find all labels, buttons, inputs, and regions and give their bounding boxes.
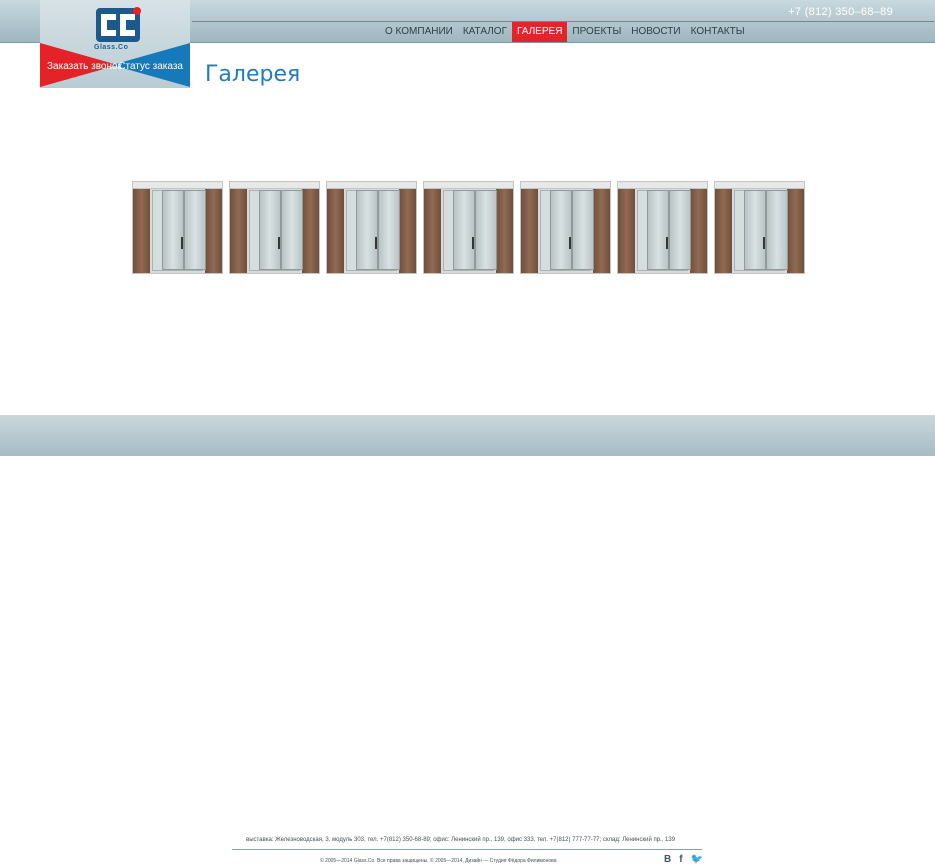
call-request-label[interactable]: Заказать звонок bbox=[47, 61, 122, 73]
site-footer: выставка: Железноводская, 3, модуль 303,… bbox=[0, 415, 935, 865]
main-navigation: О КОМПАНИИ КАТАЛОГ ГАЛЕРЕЯ ПРОЕКТЫ НОВОС… bbox=[380, 22, 750, 42]
gallery-door-thumbnail[interactable] bbox=[423, 181, 514, 274]
footer-copyright: © 2005—2014 Glass.Co. Все права защищены… bbox=[320, 858, 557, 864]
facebook-icon[interactable]: f bbox=[679, 854, 682, 866]
nav-news[interactable]: НОВОСТИ bbox=[626, 22, 685, 42]
page-title: Галерея bbox=[205, 62, 301, 87]
gallery-door-thumbnail[interactable] bbox=[132, 181, 223, 274]
footer-address: выставка: Железноводская, 3, модуль 303,… bbox=[246, 837, 676, 843]
nav-about[interactable]: О КОМПАНИИ bbox=[380, 22, 458, 42]
gallery-door-thumbnail[interactable] bbox=[520, 181, 611, 274]
nav-catalog[interactable]: КАТАЛОГ bbox=[458, 22, 512, 42]
vk-icon[interactable]: В bbox=[664, 854, 671, 866]
twitter-icon[interactable]: 🐦 bbox=[691, 854, 703, 866]
logo-block: Glass.Co Заказать звонок Статус заказа bbox=[40, 0, 190, 88]
order-status-label[interactable]: Статус заказа bbox=[118, 61, 183, 73]
gallery-door-thumbnail[interactable] bbox=[617, 181, 708, 274]
gallery-door-thumbnail[interactable] bbox=[714, 181, 805, 274]
gallery-grid bbox=[132, 181, 808, 274]
nav-contacts[interactable]: КОНТАКТЫ bbox=[686, 22, 750, 42]
gallery-door-thumbnail[interactable] bbox=[326, 181, 417, 274]
gallery-door-thumbnail[interactable] bbox=[229, 181, 320, 274]
footer-divider bbox=[232, 849, 702, 850]
glass-co-logo-icon[interactable] bbox=[89, 6, 147, 44]
logo-name: Glass.Co bbox=[94, 44, 129, 51]
nav-projects[interactable]: ПРОЕКТЫ bbox=[567, 22, 626, 42]
social-links: В f 🐦 bbox=[664, 854, 703, 866]
phone-number[interactable]: +7 (812) 350–68–89 bbox=[788, 6, 893, 18]
